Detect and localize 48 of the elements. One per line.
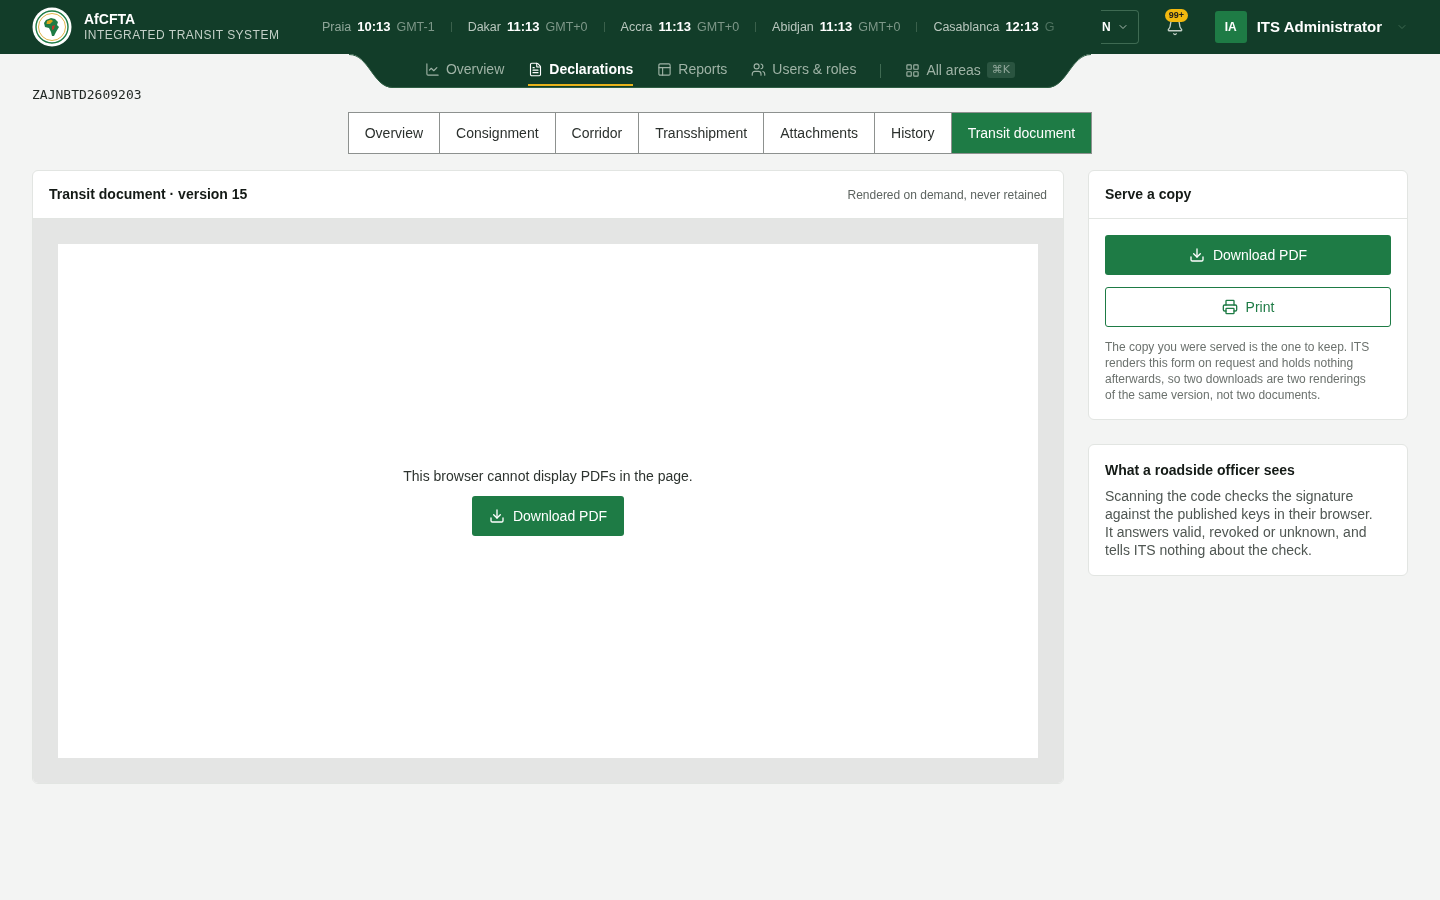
line-chart-icon (424, 61, 440, 77)
nav-item[interactable]: Reports (657, 54, 728, 86)
app-subtitle: INTEGRATED TRANSIT SYSTEM (84, 27, 280, 43)
language-select[interactable]: N (1101, 10, 1139, 44)
all-areas-button[interactable]: All areas ⌘K (905, 54, 1016, 86)
clock-city: Abidjan (772, 19, 814, 37)
app-name: AfCFTA (84, 11, 137, 27)
clock-zone: GMT-1 (396, 19, 435, 37)
user-avatar: IA (1214, 11, 1247, 43)
notification-badge: 99+ (1164, 9, 1188, 22)
download-pdf-button[interactable]: Download PDF (471, 496, 625, 536)
clock-city: Accra (620, 19, 653, 37)
print-button[interactable]: Print (1105, 287, 1391, 327)
clock-time: 11:13 (819, 18, 853, 37)
user-name[interactable]: ITS Administrator (1256, 15, 1382, 39)
card-note: Rendered on demand, never retained (847, 186, 1047, 204)
download-pdf-button[interactable]: Download PDF (1105, 235, 1391, 275)
nav-item[interactable]: Declarations (528, 54, 634, 86)
declaration-reference: ZAJNBTD2609203 (32, 87, 142, 102)
serve-copy-note: The copy you were served is the one to keep. ITS renders this form on request and holds nothing afterwards, so two downloads are two renderings of the same version, not two documents. (1105, 339, 1371, 403)
clock-time: 10:13 (357, 18, 391, 37)
clock-time: 11:13 (658, 18, 692, 37)
clock-zone: GMT+0 (545, 19, 588, 37)
clock-zone: G (1044, 19, 1055, 37)
clock-zone: GMT+0 (858, 19, 901, 37)
logo-icon (32, 7, 72, 47)
card-title: Serve a copy (1105, 185, 1192, 204)
fallback-message: This browser cannot display PDFs in the page. (403, 467, 693, 486)
document-icon (528, 61, 544, 77)
shortcut-key: ⌘K (986, 62, 1016, 78)
table-icon (657, 61, 673, 77)
printer-icon (1221, 299, 1238, 315)
clock-city: Casablanca (933, 19, 1000, 37)
clock-time: 12:13 (1005, 18, 1039, 37)
clock-zone: GMT+0 (697, 19, 740, 37)
officer-info-text: Scanning the code checks the signature against the published keys in their browser. It answers valid, revoked or unknown, and tells ITS nothing about the check. (1105, 487, 1374, 559)
clock-city: Dakar (467, 19, 501, 37)
download-icon (488, 508, 505, 524)
card-title: What a roadside officer sees (1105, 461, 1296, 480)
clock-time: 11:13 (507, 18, 540, 37)
nav-item[interactable]: Overview (424, 54, 505, 86)
grid-icon (905, 62, 921, 78)
download-icon (1188, 247, 1205, 263)
tab[interactable]: Transit document (950, 113, 1092, 153)
users-icon (751, 61, 767, 77)
nav-item[interactable]: Users & roles (751, 54, 857, 86)
card-title: Transit document · version 15 (49, 185, 248, 204)
clock-city: Praia (322, 19, 352, 37)
